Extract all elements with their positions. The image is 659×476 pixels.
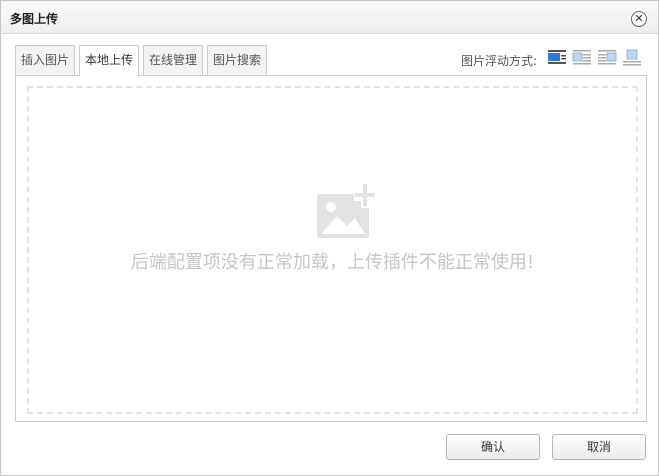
float-mode-label: 图片浮动方式: xyxy=(461,54,538,68)
tab-insert-image[interactable]: 插入图片 xyxy=(15,45,75,75)
float-none-icon[interactable] xyxy=(547,49,567,67)
dialog-title: 多图上传 xyxy=(10,12,59,26)
drop-zone[interactable]: 后端配置项没有正常加载，上传插件不能正常使用! xyxy=(27,86,638,414)
float-center-icon[interactable] xyxy=(622,49,642,67)
title-bar: 多图上传 ✕ xyxy=(1,1,658,34)
image-add-icon xyxy=(317,184,376,238)
tab-local-upload[interactable]: 本地上传 xyxy=(79,45,139,76)
tab-online-manage[interactable]: 在线管理 xyxy=(143,45,203,75)
upload-dialog: 多图上传 ✕ 插入图片 本地上传 在线管理 图片搜索 图片浮动方式: 后端配置项… xyxy=(0,0,659,476)
float-left-icon[interactable] xyxy=(572,49,592,67)
tab-image-search[interactable]: 图片搜索 xyxy=(207,45,267,75)
float-right-icon[interactable] xyxy=(597,49,617,67)
local-upload-panel: 后端配置项没有正常加载，上传插件不能正常使用! xyxy=(15,75,647,422)
cancel-button[interactable]: 取消 xyxy=(552,434,646,460)
ok-button[interactable]: 确认 xyxy=(446,434,540,460)
upload-error-message: 后端配置项没有正常加载，上传插件不能正常使用! xyxy=(130,252,535,273)
close-icon[interactable]: ✕ xyxy=(631,11,647,27)
